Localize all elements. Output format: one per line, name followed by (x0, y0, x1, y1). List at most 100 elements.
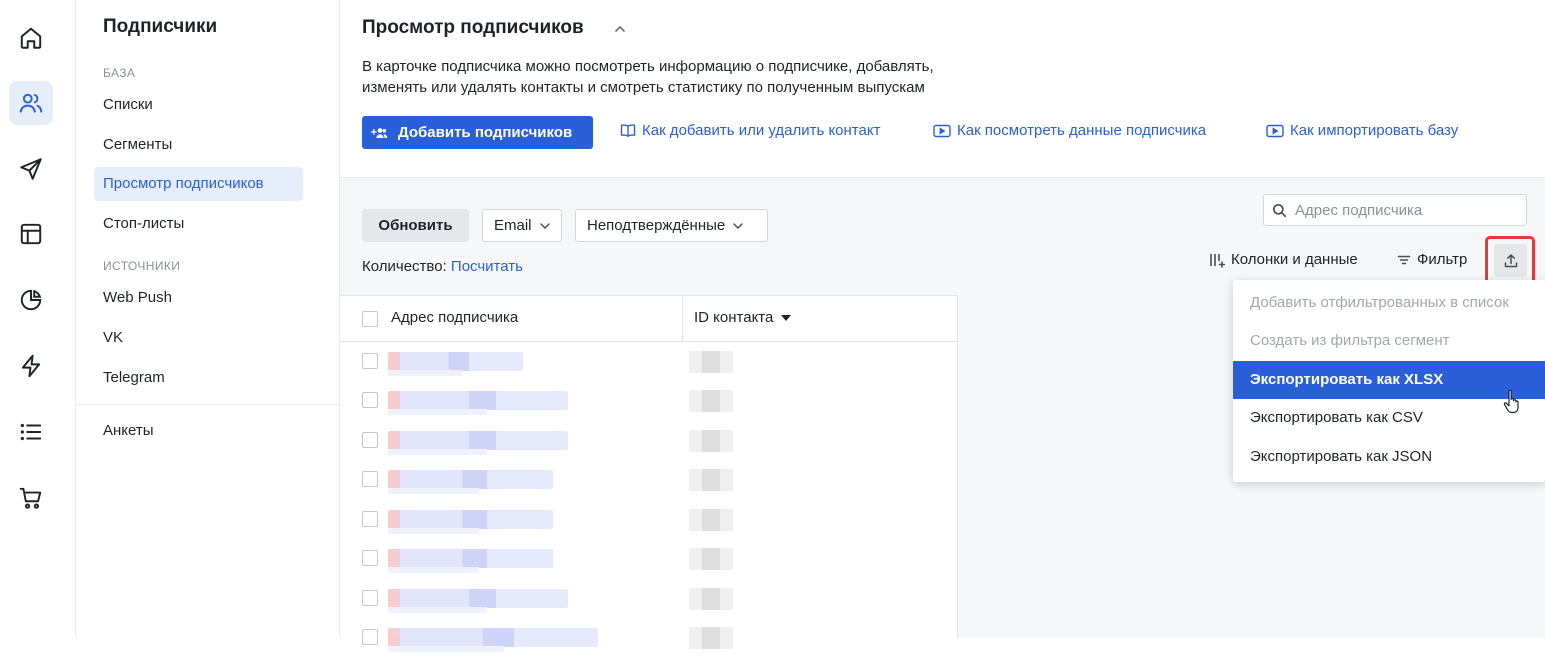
sidebar-item-webpush[interactable]: Web Push (103, 288, 172, 308)
table-row[interactable] (340, 539, 958, 579)
icon-rail (0, 0, 76, 637)
page-title: Просмотр подписчиков (362, 17, 584, 38)
description-line-2: изменять или удалять контакты и смотреть… (362, 79, 925, 96)
subscribers-button[interactable] (9, 81, 53, 125)
add-subscribers-label: Добавить подписчиков (398, 124, 573, 141)
table-row[interactable] (340, 421, 958, 461)
cart-icon (19, 487, 42, 509)
video-icon (1266, 124, 1284, 137)
row-checkbox[interactable] (362, 353, 378, 369)
shop-button[interactable] (9, 476, 53, 520)
help-link-view-data[interactable]: Как посмотреть данные подписчика (933, 122, 1206, 139)
redacted-id (689, 390, 733, 412)
sidebar-item-telegram[interactable]: Telegram (103, 368, 165, 388)
book-icon (620, 124, 636, 137)
campaigns-button[interactable] (9, 147, 53, 191)
filter-button[interactable]: Фильтр (1397, 251, 1467, 268)
redacted-id (689, 548, 733, 570)
analytics-button[interactable] (9, 278, 53, 322)
search-box[interactable] (1263, 194, 1527, 226)
row-checkbox[interactable] (362, 629, 378, 645)
sidebar-item-view-subscribers[interactable]: Просмотр подписчиков (94, 167, 303, 201)
table-row[interactable] (340, 618, 958, 658)
add-subscribers-button[interactable]: Добавить подписчиков (362, 116, 593, 149)
row-checkbox[interactable] (362, 471, 378, 487)
redacted-id (689, 627, 733, 649)
sort-desc-icon (781, 314, 792, 321)
chevron-up-icon[interactable] (612, 22, 628, 36)
channel-select[interactable]: Email (482, 209, 562, 242)
row-checkbox[interactable] (362, 511, 378, 527)
automation-button[interactable] (9, 344, 53, 388)
status-select[interactable]: Неподтверждённые (575, 209, 768, 242)
columns-button[interactable]: Колонки и данные (1209, 251, 1358, 268)
select-all-checkbox[interactable] (362, 311, 378, 327)
list-icon (20, 423, 42, 441)
layout-icon (20, 223, 42, 245)
row-checkbox[interactable] (362, 550, 378, 566)
table-row[interactable] (340, 460, 958, 500)
redacted-email (388, 470, 553, 494)
redacted-id (689, 469, 733, 491)
row-checkbox[interactable] (362, 590, 378, 606)
chevron-down-icon (539, 222, 550, 229)
sidebar-item-stoplists[interactable]: Стоп-листы (103, 214, 184, 234)
group-label-base: БАЗА (103, 66, 136, 80)
count-label: Количество: (362, 258, 447, 275)
sidebar-item-segments[interactable]: Сегменты (103, 135, 172, 155)
sidebar-item-forms[interactable]: Анкеты (103, 421, 154, 441)
help-link-add-remove[interactable]: Как добавить или удалить контакт (620, 122, 880, 139)
status-select-value: Неподтверждённые (587, 217, 726, 234)
add-users-icon (370, 126, 388, 140)
table-row[interactable] (340, 381, 958, 421)
help-link-view-data-label: Как посмотреть данные подписчика (957, 122, 1207, 139)
redacted-email (388, 589, 568, 613)
video-icon (933, 124, 951, 137)
redacted-id (689, 351, 733, 373)
help-link-add-remove-label: Как добавить или удалить контакт (642, 122, 881, 139)
filter-label: Фильтр (1417, 251, 1468, 268)
description-line-1: В карточке подписчика можно посмотреть и… (362, 58, 934, 75)
refresh-button[interactable]: Обновить (362, 209, 469, 242)
redacted-email (388, 431, 568, 455)
redacted-email (388, 510, 553, 534)
menu-item-export-csv[interactable]: Экспортировать как CSV (1233, 399, 1545, 437)
hand-cursor-icon (1503, 389, 1519, 414)
table-row[interactable] (340, 342, 958, 382)
help-link-import-label: Как импортировать базу (1290, 122, 1459, 139)
home-button[interactable] (9, 16, 53, 60)
home-icon (20, 27, 42, 49)
column-header-address[interactable]: Адрес подписчика (391, 309, 518, 326)
menu-item-export-json[interactable]: Экспортировать как JSON (1233, 438, 1545, 476)
redacted-id (689, 509, 733, 531)
column-divider (682, 296, 683, 341)
help-link-import[interactable]: Как импортировать базу (1266, 122, 1458, 139)
count-link[interactable]: Посчитать (451, 258, 523, 275)
send-icon (20, 158, 42, 180)
search-input[interactable] (1293, 200, 1522, 220)
sidebar-item-lists[interactable]: Списки (103, 95, 153, 115)
redacted-id (689, 588, 733, 610)
subscribers-table: Адрес подписчика ID контакта (340, 295, 958, 652)
chevron-down-icon (733, 222, 743, 229)
sidebar-item-vk[interactable]: VK (103, 328, 123, 348)
export-button-highlight (1485, 236, 1535, 285)
redacted-id (689, 430, 733, 452)
count-row: Количество: Посчитать (362, 258, 523, 275)
table-row[interactable] (340, 500, 958, 540)
lightning-icon (21, 354, 41, 378)
lists-button[interactable] (9, 410, 53, 454)
redacted-email (388, 628, 598, 652)
table-row[interactable] (340, 579, 958, 619)
redacted-email (388, 352, 523, 376)
column-header-id[interactable]: ID контакта (694, 309, 792, 326)
templates-button[interactable] (9, 212, 53, 256)
row-checkbox[interactable] (362, 392, 378, 408)
row-checkbox[interactable] (362, 432, 378, 448)
users-icon (19, 93, 43, 113)
filter-icon (1397, 255, 1411, 264)
redacted-email (388, 549, 553, 573)
redacted-email (388, 391, 568, 415)
export-menu: Добавить отфильтрованных в список Создат… (1233, 280, 1545, 482)
menu-item-export-xlsx[interactable]: Экспортировать как XLSX (1233, 361, 1545, 399)
